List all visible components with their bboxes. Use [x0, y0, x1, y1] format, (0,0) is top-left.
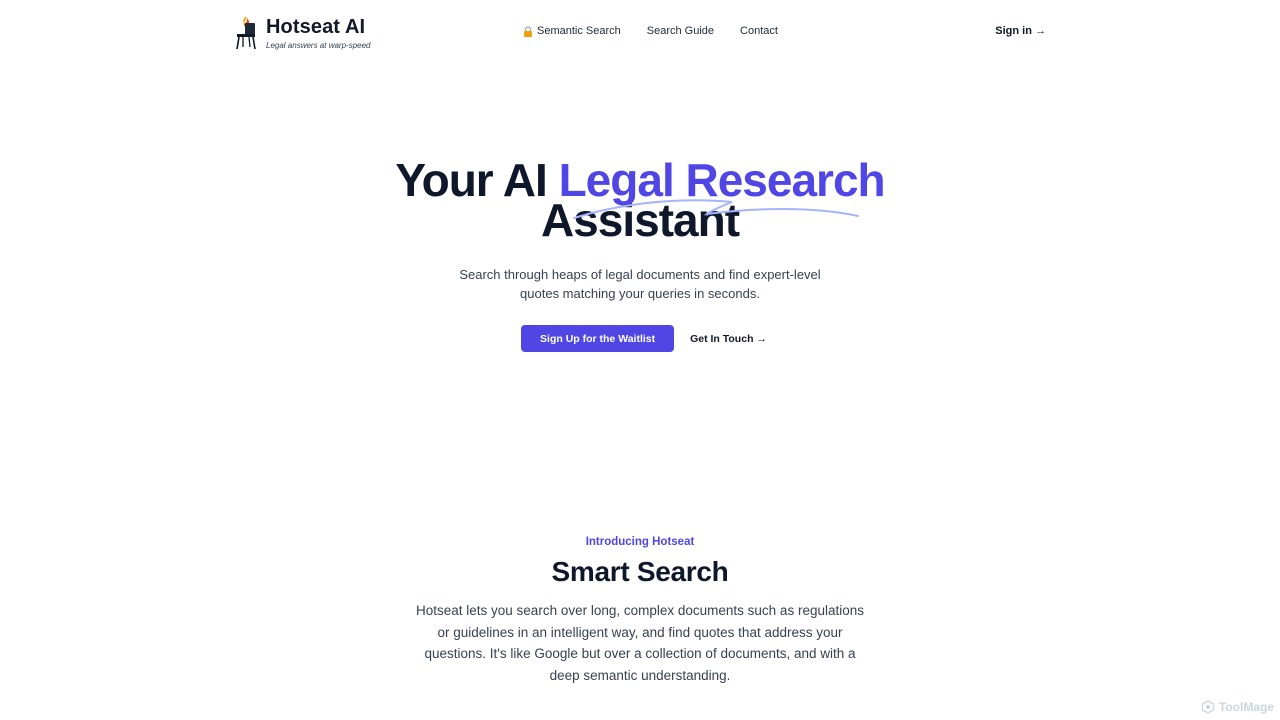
hero-cta-row: Sign Up for the Waitlist Get In Touch →: [0, 325, 1280, 352]
site-header: Hotseat AI Legal answers at warp-speed S…: [0, 0, 1280, 64]
brand-logo-link[interactable]: Hotseat AI Legal answers at warp-speed: [232, 14, 371, 50]
hero-title-prefix: Your AI: [395, 154, 547, 206]
hero-section: Your AI Legal Research Assistant Search …: [0, 157, 1280, 352]
waitlist-signup-button[interactable]: Sign Up for the Waitlist: [521, 325, 675, 352]
nav-item-search-guide[interactable]: Search Guide: [647, 25, 714, 37]
underline-squiggle-decoration: [573, 199, 859, 219]
get-in-touch-link[interactable]: Get In Touch →: [690, 333, 767, 345]
nav-item-label: Semantic Search: [537, 25, 621, 37]
intro-title: Smart Search: [551, 556, 729, 587]
brand-tagline: Legal answers at warp-speed: [266, 41, 371, 50]
watermark-label: ToolMage: [1218, 700, 1274, 714]
hotseat-chair-icon: [236, 16, 256, 50]
sign-in-link[interactable]: Sign in →: [995, 25, 1046, 37]
main-nav: Semantic Search Search Guide Contact: [523, 25, 778, 37]
intro-eyebrow: Introducing Hotseat: [585, 536, 695, 548]
toolmage-watermark: ToolMage: [1201, 700, 1274, 714]
nav-item-label: Search Guide: [646, 25, 715, 37]
nav-item-label: Contact: [740, 25, 778, 37]
toolmage-logo-icon: [1201, 700, 1215, 714]
page: Hotseat AI Legal answers at warp-speed S…: [0, 0, 1280, 720]
intro-body: Hotseat lets you search over long, compl…: [416, 603, 864, 683]
intro-section: Introducing Hotseat Smart Search Hotseat…: [0, 536, 1280, 686]
nav-item-contact[interactable]: Contact: [740, 25, 778, 37]
lock-icon: [524, 25, 532, 37]
brand-name: Hotseat AI: [266, 16, 366, 38]
brand-text: Hotseat AI Legal answers at warp-speed: [266, 14, 371, 50]
nav-item-semantic-search[interactable]: Semantic Search: [523, 25, 621, 37]
hero-subtitle: Search through heaps of legal documents …: [459, 267, 821, 301]
